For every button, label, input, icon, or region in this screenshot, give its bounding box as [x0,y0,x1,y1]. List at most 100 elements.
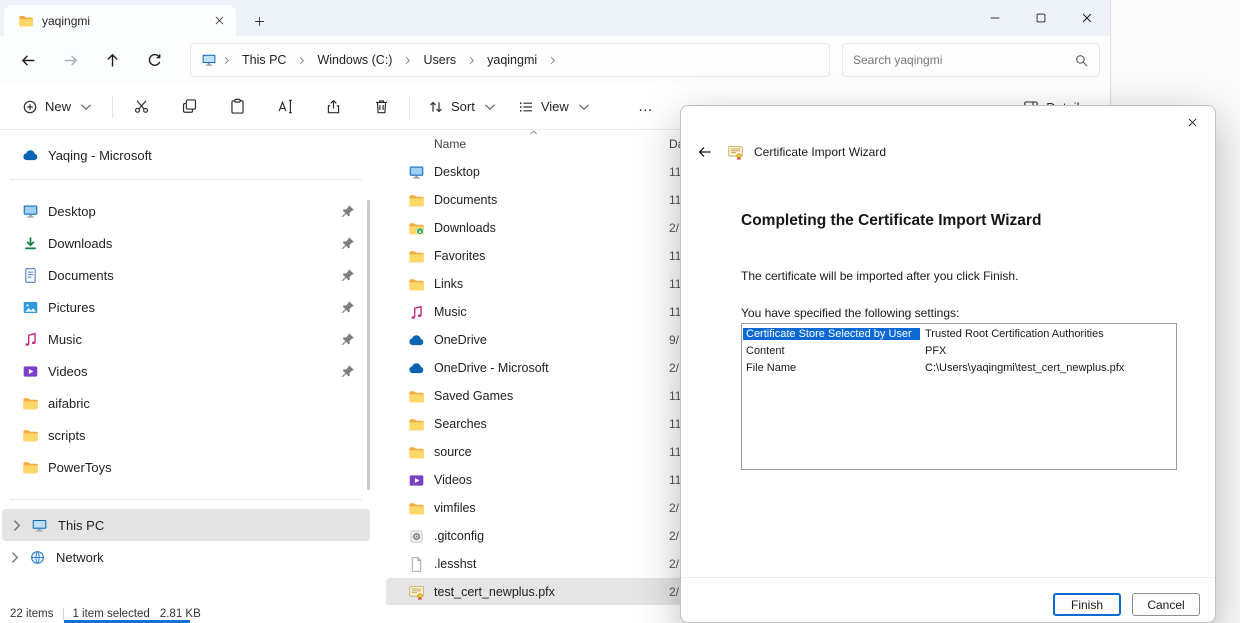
selected-size: 2.81 KB [160,608,201,620]
sidebar-item-pictures[interactable]: Pictures [0,291,372,323]
edit-buttons [121,90,401,124]
pin-icon[interactable] [339,235,356,252]
minimize-icon [988,11,1002,25]
certificate-wizard-icon [727,144,744,161]
back-button[interactable] [10,42,46,78]
share-button[interactable] [313,90,353,124]
settings-list[interactable]: Certificate Store Selected by UserTruste… [741,323,1177,470]
setting-row-certificate-store-selected-by-user[interactable]: Certificate Store Selected by UserTruste… [743,325,1175,342]
breadcrumb-segment-users[interactable]: Users [417,53,462,67]
pictures-icon [22,299,39,316]
sidebar-item-network[interactable]: Network [0,541,372,573]
sidebar: Yaqing - Microsoft DesktopDownloads Docum… [0,130,372,605]
selected-count: 1 item selected [72,608,149,620]
file-name: Desktop [434,165,480,179]
file-date: 2/ [669,529,679,543]
pin-icon[interactable] [339,299,356,316]
copy-button[interactable] [169,90,209,124]
chevron-right-icon[interactable] [8,517,25,534]
wizard-heading: Completing the Certificate Import Wizard [741,212,1041,230]
sidebar-item-videos[interactable]: Videos [0,355,372,387]
search-box[interactable] [842,43,1100,77]
status-divider [63,608,64,620]
refresh-button[interactable] [136,42,172,78]
close-button[interactable] [1064,0,1110,36]
chevron-right-icon[interactable] [6,549,23,566]
sidebar-item-desktop[interactable]: Desktop [0,195,372,227]
breadcrumb: This PC Windows (C:) Users yaqingmi [236,53,558,67]
maximize-button[interactable] [1018,0,1064,36]
folder-icon [22,427,39,444]
file-name: .lesshst [434,557,476,571]
onedrive-icon [22,147,39,164]
file-name: .gitconfig [434,529,484,543]
new-icon [22,99,38,115]
sidebar-scrollbar[interactable] [367,200,370,490]
dialog-title: Certificate Import Wizard [754,145,886,159]
document-icon [22,267,39,284]
setting-row-file-name[interactable]: File NameC:\Users\yaqingmi\test_cert_new… [743,359,1175,376]
more-options-button[interactable]: … [624,90,667,124]
delete-button[interactable] [361,90,401,124]
file-date: 2/ [669,557,679,571]
toolbar-divider [112,96,113,118]
forward-icon [62,52,79,69]
folder-down-icon [408,220,425,237]
pin-icon[interactable] [339,203,356,220]
sidebar-item-downloads[interactable]: Downloads [0,227,372,259]
pin-icon[interactable] [339,267,356,284]
cut-button[interactable] [121,90,161,124]
sidebar-item-label: aifabric [48,396,362,411]
breadcrumb-segment-yaqingmi[interactable]: yaqingmi [481,53,543,67]
setting-row-content[interactable]: ContentPFX [743,342,1175,359]
new-button[interactable]: New [12,90,104,124]
rename-button[interactable] [265,90,305,124]
file-date: 2/ [669,585,679,599]
dialog-close-button[interactable] [1169,106,1215,138]
sidebar-item-label: Documents [48,268,330,283]
gear-file-icon [408,528,425,545]
folder-icon [408,248,425,265]
sidebar-item-label: Network [56,550,362,565]
file-name: Favorites [434,249,485,263]
sidebar-item-aifabric[interactable]: aifabric [0,387,372,419]
pin-icon[interactable] [339,331,356,348]
location-icon [201,52,217,68]
navigation-bar: This PC Windows (C:) Users yaqingmi [0,36,1110,84]
sidebar-item-yaqing-microsoft[interactable]: Yaqing - Microsoft [0,140,372,170]
sidebar-item-powertoys[interactable]: PowerToys [0,451,372,483]
explorer-tab-yaqingmi[interactable]: yaqingmi [4,5,236,36]
breadcrumb-segment-windows-c[interactable]: Windows (C:) [311,53,398,67]
sidebar-item-this-pc[interactable]: This PC [2,509,370,541]
paste-button[interactable] [217,90,257,124]
finish-button[interactable]: Finish [1053,593,1121,616]
close-icon [1186,116,1199,129]
address-bar[interactable]: This PC Windows (C:) Users yaqingmi [190,43,830,77]
forward-button[interactable] [52,42,88,78]
search-input[interactable] [853,53,1074,67]
view-button[interactable]: View [508,90,602,124]
sort-button[interactable]: Sort [418,90,508,124]
sidebar-item-music[interactable]: Music [0,323,372,355]
folder-icon [408,444,425,461]
window-controls [972,0,1110,36]
dialog-back-button[interactable] [693,140,717,164]
chevron-right-icon [296,55,307,66]
new-tab-button[interactable] [244,6,274,36]
breadcrumb-segment-this-pc[interactable]: This PC [236,53,292,67]
file-name: OneDrive - Microsoft [434,361,549,375]
share-icon [325,98,342,115]
column-header-name[interactable]: Name [386,137,466,151]
tab-close-icon[interactable] [213,14,226,27]
folder-icon [408,388,425,405]
sort-icon [428,99,444,115]
pin-icon[interactable] [339,363,356,380]
videos-icon [22,363,39,380]
up-button[interactable] [94,42,130,78]
sidebar-item-scripts[interactable]: scripts [0,419,372,451]
cloud-icon [408,332,425,349]
cancel-button[interactable]: Cancel [1132,593,1200,616]
minimize-button[interactable] [972,0,1018,36]
paste-icon [229,98,246,115]
sidebar-item-documents[interactable]: Documents [0,259,372,291]
